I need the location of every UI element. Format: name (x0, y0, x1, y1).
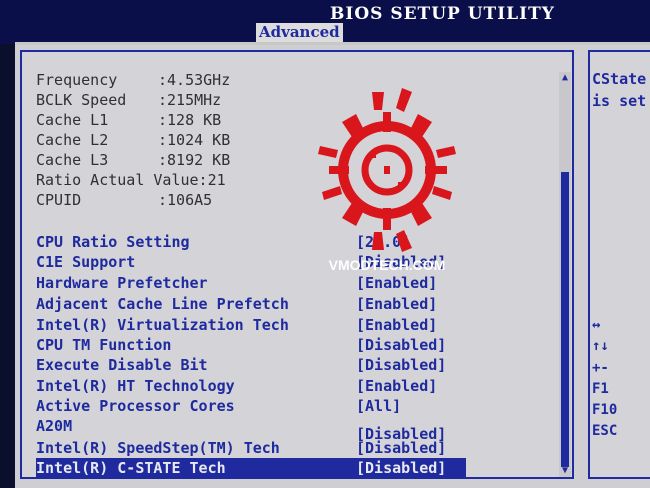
setting-cpu-tm[interactable]: CPU TM Function [Disabled] (36, 335, 466, 355)
settings-panel: Frequency :4.53GHz BCLK Speed :215MHz Ca… (20, 50, 574, 479)
info-frequency: Frequency :4.53GHz (36, 70, 246, 90)
info-ratio-actual: Ratio Actual Value:21 (36, 170, 246, 190)
info-value: :1024 KB (158, 131, 231, 149)
setting-a20m[interactable]: A20M [Disabled] (36, 416, 466, 443)
setting-label: Intel(R) Virtualization Tech (36, 316, 289, 334)
info-label: Cache L2 (36, 131, 109, 149)
setting-label: A20M (36, 417, 73, 435)
info-value: :4.53GHz (158, 71, 231, 89)
info-label: Cache L1 (36, 111, 109, 129)
setting-label: C1E Support (36, 253, 136, 271)
setting-hw-prefetcher[interactable]: Hardware Prefetcher [Enabled] (36, 273, 466, 293)
setting-value[interactable]: [Disabled] (356, 438, 446, 458)
setting-adjacent-cache[interactable]: Adjacent Cache Line Prefetch [Enabled] (36, 294, 466, 314)
help-text-line1: CState (592, 70, 647, 88)
setting-label: Execute Disable Bit (36, 356, 208, 374)
setting-speedstep[interactable]: Intel(R) SpeedStep(TM) Tech [Disabled] (36, 438, 466, 458)
title-bar: BIOS SETUP UTILITY Advanced (0, 0, 650, 44)
tab-advanced[interactable]: Advanced (256, 23, 343, 42)
setting-label: Intel(R) C-STATE Tech (36, 459, 226, 477)
info-label: Ratio Actual Value:21 (36, 171, 226, 189)
info-cache-l3: Cache L3 :8192 KB (36, 150, 246, 170)
help-panel: CState is set ▲ ▼ ↔ S ↑↓ S +- C F1 G F10… (588, 50, 650, 479)
info-cache-l2: Cache L2 :1024 KB (36, 130, 246, 150)
setting-value[interactable]: [Disabled] (356, 335, 446, 355)
setting-value[interactable]: [Disabled] (356, 458, 446, 477)
key-esc: ESC (592, 423, 618, 439)
setting-value[interactable]: [Enabled] (356, 315, 437, 335)
setting-label: CPU Ratio Setting (36, 233, 190, 251)
info-value: :128 KB (158, 111, 222, 129)
setting-value[interactable]: [Disabled] (356, 355, 446, 375)
info-label: Frequency (36, 71, 118, 89)
scroll-thumb[interactable] (561, 172, 569, 467)
scrollbar[interactable]: ▲ ▼ (559, 72, 571, 477)
setting-value[interactable]: [Enabled] (356, 273, 437, 293)
key-f1: F1 (592, 381, 609, 397)
setting-label: Adjacent Cache Line Prefetch (36, 295, 289, 313)
setting-ht-technology[interactable]: Intel(R) HT Technology [Enabled] (36, 376, 466, 396)
info-label: BCLK Speed (36, 91, 127, 109)
setting-virtualization[interactable]: Intel(R) Virtualization Tech [Enabled] (36, 315, 466, 335)
info-value: :106A5 (158, 191, 213, 209)
setting-label: Intel(R) HT Technology (36, 377, 235, 395)
scroll-down-icon[interactable]: ▼ (559, 465, 571, 477)
info-value: :215MHz (158, 91, 222, 109)
key-arrows-lr-icon: ↔ (592, 317, 601, 333)
setting-label: CPU TM Function (36, 336, 172, 354)
key-plus-minus-icon: +- (592, 360, 609, 376)
info-cpuid: CPUID :106A5 (36, 190, 246, 210)
main-panel: Frequency :4.53GHz BCLK Speed :215MHz Ca… (15, 45, 650, 488)
key-arrows-ud-icon: ↑↓ (592, 338, 609, 354)
info-bclk: BCLK Speed :215MHz (36, 90, 246, 110)
setting-label: Hardware Prefetcher (36, 274, 208, 292)
info-cache-l1: Cache L1 :128 KB (36, 110, 246, 130)
setting-execute-disable[interactable]: Execute Disable Bit [Disabled] (36, 355, 466, 375)
help-text-line2: is set (592, 92, 647, 110)
setting-value[interactable]: [Enabled] (356, 294, 437, 314)
key-f10: F10 (592, 402, 618, 418)
vmodtech-logo: VMODTECH.COM (312, 82, 462, 273)
setting-value[interactable]: [Enabled] (356, 376, 437, 396)
setting-label: Intel(R) SpeedStep(TM) Tech (36, 439, 280, 457)
setting-cstate[interactable]: Intel(R) C-STATE Tech [Disabled] (36, 458, 466, 477)
vmodtech-emblem-icon (318, 88, 456, 252)
info-label: CPUID (36, 191, 82, 209)
setting-active-cores[interactable]: Active Processor Cores [All] (36, 396, 466, 416)
logo-text: VMODTECH.COM (328, 257, 446, 273)
scroll-up-icon[interactable]: ▲ (559, 72, 571, 84)
info-value: :8192 KB (158, 151, 231, 169)
setting-label: Active Processor Cores (36, 397, 235, 415)
bios-title: BIOS SETUP UTILITY (330, 4, 555, 24)
info-label: Cache L3 (36, 151, 109, 169)
setting-value[interactable]: [All] (356, 396, 401, 416)
